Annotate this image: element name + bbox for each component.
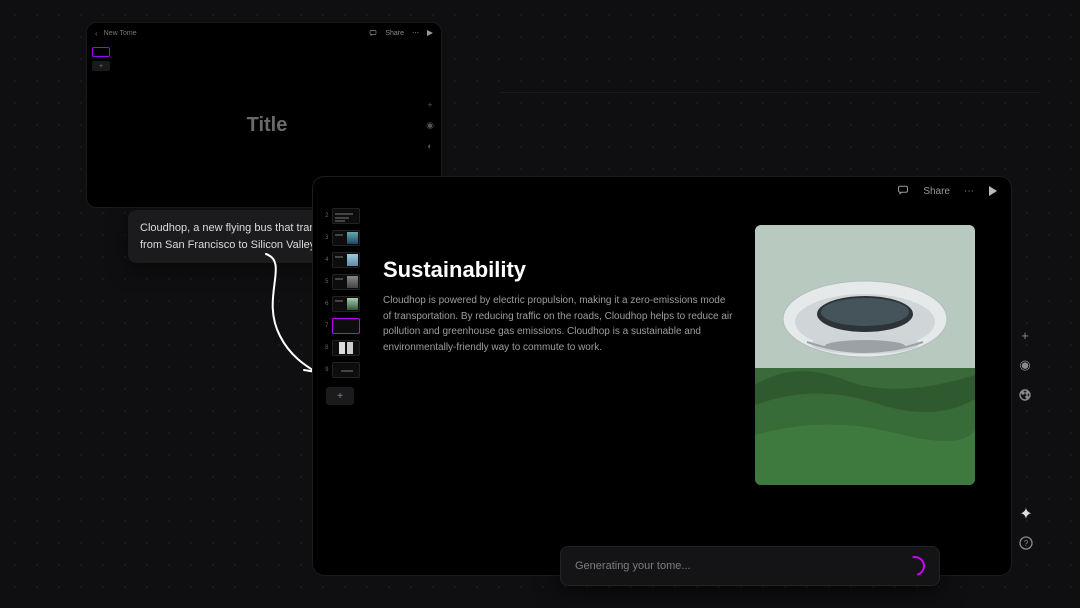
thumbnail-number: 6	[321, 301, 329, 307]
share-button[interactable]: Share	[923, 186, 950, 197]
record-icon[interactable]: ◉	[426, 120, 434, 131]
more-icon[interactable]: ⋯	[412, 29, 419, 37]
more-icon[interactable]: ⋯	[964, 186, 975, 197]
thumbnail-number: 7	[321, 323, 329, 329]
mini-thumbnail-rail: +	[87, 43, 115, 207]
spinner-icon	[901, 552, 928, 579]
back-chevron-icon[interactable]: ‹	[95, 29, 98, 38]
large-right-rail-bottom: ✦ ?	[1019, 504, 1033, 555]
record-icon[interactable]: ◉	[1017, 357, 1033, 373]
generating-toast: Generating your tome...	[560, 546, 940, 586]
share-button[interactable]: Share	[385, 30, 404, 37]
add-slide-button[interactable]: +	[326, 387, 354, 405]
mini-add-slide-button[interactable]: +	[92, 61, 110, 71]
thumbnail-number: 5	[321, 279, 329, 285]
small-window-header: ‹ New Tome Share ⋯	[87, 23, 441, 43]
slide-image[interactable]	[755, 225, 975, 485]
thumbnail-item[interactable]: 4	[321, 251, 360, 269]
thumbnail-number: 4	[321, 257, 329, 263]
add-icon[interactable]: +	[427, 100, 432, 110]
thumbnail-item[interactable]: 8	[321, 339, 360, 357]
play-icon[interactable]	[427, 30, 433, 36]
comment-icon[interactable]	[897, 184, 909, 199]
title-placeholder[interactable]: Title	[247, 114, 288, 137]
slide-canvas[interactable]: Sustainability Cloudhop is powered by el…	[367, 205, 1011, 575]
toast-message: Generating your tome...	[575, 560, 691, 572]
add-icon[interactable]: +	[1017, 327, 1033, 343]
thumbnail-number: 2	[321, 213, 329, 219]
decorative-divider	[500, 92, 1040, 93]
document-title[interactable]: New Tome	[104, 30, 137, 37]
thumbnail-item[interactable]: 6	[321, 295, 360, 313]
editor-window-large: Share ⋯ 2 3 4 5 6	[312, 176, 1012, 576]
thumbnail-item[interactable]: 7	[321, 317, 360, 335]
large-right-rail: + ◉	[1017, 327, 1033, 403]
theme-icon[interactable]	[1017, 387, 1033, 403]
thumbnail-item[interactable]: 2	[321, 207, 360, 225]
theme-icon[interactable]: ◐	[427, 141, 432, 151]
mini-thumbnail[interactable]	[92, 47, 110, 57]
sparkle-icon[interactable]: ✦	[1019, 504, 1032, 524]
slide-title[interactable]: Sustainability	[383, 257, 735, 283]
svg-text:?: ?	[1024, 539, 1029, 548]
comment-icon[interactable]	[369, 29, 377, 37]
thumbnail-number: 9	[321, 367, 329, 373]
thumbnail-item[interactable]: 9	[321, 361, 360, 379]
thumbnail-rail: 2 3 4 5 6 7 8	[313, 205, 367, 575]
thumbnail-number: 8	[321, 345, 329, 351]
slide-text-block[interactable]: Sustainability Cloudhop is powered by el…	[383, 215, 735, 355]
large-window-header: Share ⋯	[883, 177, 1011, 205]
thumbnail-item[interactable]: 3	[321, 229, 360, 247]
slide-body[interactable]: Cloudhop is powered by electric propulsi…	[383, 293, 735, 355]
help-icon[interactable]: ?	[1019, 536, 1033, 555]
play-icon[interactable]	[989, 186, 997, 196]
thumbnail-number: 3	[321, 235, 329, 241]
thumbnail-item[interactable]: 5	[321, 273, 360, 291]
thumbnail-active	[332, 318, 360, 334]
